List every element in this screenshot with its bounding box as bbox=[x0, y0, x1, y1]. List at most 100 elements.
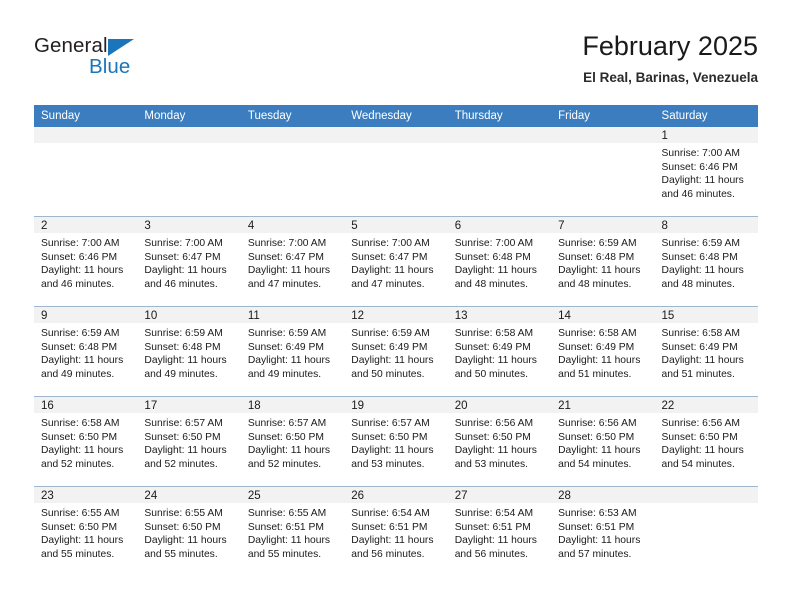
calendar-day-cell[interactable]: 19 Sunrise: 6:57 AM Sunset: 6:50 PM Dayligh… bbox=[344, 396, 448, 487]
calendar-day-cell[interactable]: 18 Sunrise: 6:57 AM Sunset: 6:50 PM Dayligh… bbox=[240, 396, 345, 487]
calendar-day-cell[interactable]: 22 Sunrise: 6:56 AM Sunset: 6:50 PM Dayligh… bbox=[654, 396, 758, 487]
calendar-day-cell[interactable]: 24 Sunrise: 6:55 AM Sunset: 6:50 PM Dayligh… bbox=[137, 486, 241, 576]
day-details: Sunrise: 6:59 AM Sunset: 6:48 PM Daylight:… bbox=[34, 323, 137, 381]
calendar-day-cell[interactable]: 10 Sunrise: 6:59 AM Sunset: 6:48 PM Dayligh… bbox=[137, 306, 241, 397]
calendar-page: General Blue February 2025 El Real, Bari… bbox=[0, 0, 792, 612]
day-detail-sunset: Sunset: 6:50 PM bbox=[454, 431, 531, 443]
day-details: Sunrise: 6:55 AM Sunset: 6:50 PM Daylight:… bbox=[34, 503, 137, 561]
day-detail-daylight1: Daylight: 11 hours bbox=[558, 445, 641, 456]
day-detail-daylight2: and 48 minutes. bbox=[661, 278, 735, 290]
calendar-cell-empty bbox=[447, 127, 552, 217]
day-detail-daylight1: Daylight: 11 hours bbox=[661, 445, 744, 456]
day-number: 17 bbox=[137, 397, 241, 413]
day-detail-sunrise: Sunrise: 7:00 AM bbox=[247, 238, 327, 249]
day-detail-sunrise: Sunrise: 6:57 AM bbox=[144, 418, 223, 429]
day-details: Sunrise: 6:56 AM Sunset: 6:50 PM Daylight:… bbox=[551, 413, 654, 471]
day-detail-sunrise: Sunrise: 7:00 AM bbox=[41, 238, 120, 249]
weekday-header-sunday: Sunday bbox=[34, 105, 138, 127]
day-number: 3 bbox=[137, 217, 241, 233]
day-detail-sunset: Sunset: 6:47 PM bbox=[247, 251, 324, 263]
day-detail-daylight1: Daylight: 11 hours bbox=[351, 445, 434, 456]
day-detail-sunrise: Sunrise: 6:56 AM bbox=[558, 418, 637, 429]
calendar-day-cell[interactable]: 6 Sunrise: 7:00 AM Sunset: 6:48 PM Daylight… bbox=[447, 216, 552, 307]
day-number: 18 bbox=[240, 397, 345, 413]
calendar-week-row: 2 Sunrise: 7:00 AM Sunset: 6:46 PM Daylight… bbox=[34, 216, 758, 307]
day-detail-daylight1: Daylight: 11 hours bbox=[41, 445, 124, 456]
day-detail-daylight1: Daylight: 11 hours bbox=[41, 355, 124, 366]
day-number: 8 bbox=[654, 217, 758, 233]
day-number: 2 bbox=[34, 217, 138, 233]
day-detail-daylight2: and 56 minutes. bbox=[454, 548, 528, 560]
calendar-day-cell[interactable]: 15 Sunrise: 6:58 AM Sunset: 6:49 PM Dayligh… bbox=[654, 306, 758, 397]
day-details: Sunrise: 6:56 AM Sunset: 6:50 PM Daylight:… bbox=[448, 413, 551, 471]
day-details: Sunrise: 6:57 AM Sunset: 6:50 PM Daylight:… bbox=[241, 413, 344, 471]
calendar-day-cell[interactable]: 21 Sunrise: 6:56 AM Sunset: 6:50 PM Dayligh… bbox=[551, 396, 655, 487]
day-detail-daylight1: Daylight: 11 hours bbox=[41, 265, 124, 276]
day-details: Sunrise: 7:00 AM Sunset: 6:47 PM Daylight:… bbox=[137, 233, 240, 291]
day-detail-daylight1: Daylight: 11 hours bbox=[454, 355, 537, 366]
day-number bbox=[447, 127, 552, 143]
calendar-day-cell[interactable]: 11 Sunrise: 6:59 AM Sunset: 6:49 PM Dayligh… bbox=[240, 306, 345, 397]
day-number: 15 bbox=[654, 307, 758, 323]
day-details: Sunrise: 6:53 AM Sunset: 6:51 PM Daylight:… bbox=[551, 503, 654, 561]
calendar-day-cell[interactable]: 2 Sunrise: 7:00 AM Sunset: 6:46 PM Daylight… bbox=[34, 216, 138, 307]
calendar-day-cell[interactable]: 7 Sunrise: 6:59 AM Sunset: 6:48 PM Daylight… bbox=[551, 216, 655, 307]
day-number bbox=[137, 127, 241, 143]
calendar-day-cell[interactable]: 17 Sunrise: 6:57 AM Sunset: 6:50 PM Dayligh… bbox=[137, 396, 241, 487]
day-detail-daylight2: and 56 minutes. bbox=[351, 548, 425, 560]
day-detail-daylight2: and 46 minutes. bbox=[144, 278, 218, 290]
day-detail-daylight1: Daylight: 11 hours bbox=[247, 445, 331, 456]
day-detail-sunset: Sunset: 6:48 PM bbox=[558, 251, 635, 263]
day-detail-daylight1: Daylight: 11 hours bbox=[351, 265, 434, 276]
day-detail-daylight2: and 52 minutes. bbox=[41, 458, 115, 470]
calendar-day-cell[interactable]: 27 Sunrise: 6:54 AM Sunset: 6:51 PM Dayligh… bbox=[447, 486, 552, 576]
day-detail-sunset: Sunset: 6:48 PM bbox=[661, 251, 738, 263]
day-details: Sunrise: 7:00 AM Sunset: 6:46 PM Daylight:… bbox=[655, 143, 758, 201]
day-number: 19 bbox=[344, 397, 448, 413]
day-number bbox=[551, 127, 655, 143]
day-detail-sunrise: Sunrise: 6:55 AM bbox=[247, 508, 327, 519]
day-detail-sunrise: Sunrise: 6:59 AM bbox=[144, 328, 223, 339]
calendar-day-cell[interactable]: 5 Sunrise: 7:00 AM Sunset: 6:47 PM Daylight… bbox=[344, 216, 448, 307]
day-number: 13 bbox=[447, 307, 552, 323]
calendar-cell-empty bbox=[551, 127, 655, 217]
day-detail-daylight1: Daylight: 11 hours bbox=[144, 445, 227, 456]
calendar-day-cell[interactable]: 16 Sunrise: 6:58 AM Sunset: 6:50 PM Dayligh… bbox=[34, 396, 138, 487]
day-detail-daylight1: Daylight: 11 hours bbox=[247, 535, 331, 546]
day-number: 6 bbox=[447, 217, 552, 233]
day-detail-daylight2: and 55 minutes. bbox=[41, 548, 115, 560]
calendar-day-cell[interactable]: 3 Sunrise: 7:00 AM Sunset: 6:47 PM Daylight… bbox=[137, 216, 241, 307]
calendar-week-row: 9 Sunrise: 6:59 AM Sunset: 6:48 PM Daylight… bbox=[34, 306, 758, 397]
day-number: 9 bbox=[34, 307, 138, 323]
day-detail-sunrise: Sunrise: 6:57 AM bbox=[351, 418, 430, 429]
calendar-day-cell[interactable]: 13 Sunrise: 6:58 AM Sunset: 6:49 PM Dayligh… bbox=[447, 306, 552, 397]
day-details: Sunrise: 6:59 AM Sunset: 6:49 PM Daylight:… bbox=[241, 323, 344, 381]
day-detail-sunrise: Sunrise: 7:00 AM bbox=[661, 148, 740, 159]
calendar-day-cell[interactable]: 25 Sunrise: 6:55 AM Sunset: 6:51 PM Dayligh… bbox=[240, 486, 345, 576]
day-number bbox=[654, 487, 758, 503]
calendar-day-cell[interactable]: 9 Sunrise: 6:59 AM Sunset: 6:48 PM Daylight… bbox=[34, 306, 138, 397]
calendar-day-cell[interactable]: 28 Sunrise: 6:53 AM Sunset: 6:51 PM Dayligh… bbox=[551, 486, 655, 576]
day-detail-sunset: Sunset: 6:49 PM bbox=[558, 341, 635, 353]
calendar-day-cell[interactable]: 20 Sunrise: 6:56 AM Sunset: 6:50 PM Dayligh… bbox=[447, 396, 552, 487]
calendar-day-cell[interactable]: 14 Sunrise: 6:58 AM Sunset: 6:49 PM Dayligh… bbox=[551, 306, 655, 397]
calendar-day-cell[interactable]: 1 Sunrise: 7:00 AM Sunset: 6:46 PM Daylight… bbox=[654, 127, 758, 217]
calendar-day-cell[interactable]: 12 Sunrise: 6:59 AM Sunset: 6:49 PM Dayligh… bbox=[344, 306, 448, 397]
calendar-day-cell[interactable]: 26 Sunrise: 6:54 AM Sunset: 6:51 PM Dayligh… bbox=[344, 486, 448, 576]
calendar-day-cell[interactable]: 4 Sunrise: 7:00 AM Sunset: 6:47 PM Daylight… bbox=[240, 216, 345, 307]
day-detail-sunset: Sunset: 6:48 PM bbox=[144, 341, 221, 353]
day-detail-daylight2: and 54 minutes. bbox=[558, 458, 632, 470]
day-number: 4 bbox=[240, 217, 345, 233]
day-detail-sunrise: Sunrise: 6:59 AM bbox=[41, 328, 120, 339]
day-number: 1 bbox=[654, 127, 758, 143]
day-detail-daylight2: and 49 minutes. bbox=[247, 368, 322, 380]
day-detail-sunrise: Sunrise: 7:00 AM bbox=[144, 238, 223, 249]
day-number: 27 bbox=[447, 487, 552, 503]
day-detail-daylight1: Daylight: 11 hours bbox=[454, 265, 537, 276]
calendar-week-row: 23 Sunrise: 6:55 AM Sunset: 6:50 PM Dayligh… bbox=[34, 486, 758, 576]
calendar-day-cell[interactable]: 8 Sunrise: 6:59 AM Sunset: 6:48 PM Daylight… bbox=[654, 216, 758, 307]
calendar-cell-empty bbox=[344, 127, 448, 217]
calendar-day-cell[interactable]: 23 Sunrise: 6:55 AM Sunset: 6:50 PM Dayligh… bbox=[34, 486, 138, 576]
day-number bbox=[34, 127, 138, 143]
day-detail-daylight1: Daylight: 11 hours bbox=[558, 265, 641, 276]
